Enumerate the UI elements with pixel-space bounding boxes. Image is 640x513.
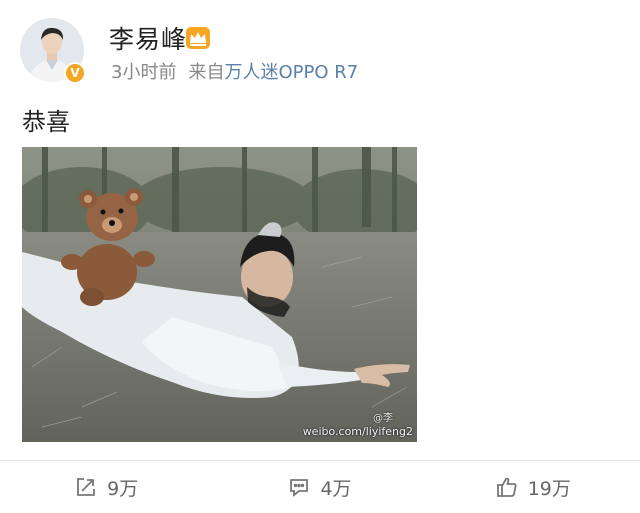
verified-badge-icon: V: [64, 62, 86, 84]
comment-count: 4万: [320, 477, 352, 500]
post-text: 恭喜: [22, 108, 70, 136]
repost-icon: [77, 478, 96, 496]
repost-count: 9万: [107, 477, 139, 500]
weibo-post: V 李易峰 3小时前 来自万人迷OPPO R7 恭喜 @李 weibo.com/…: [0, 0, 640, 513]
user-name[interactable]: 李易峰: [109, 20, 187, 56]
like-icon: [496, 477, 517, 497]
comment-icon: [290, 479, 309, 497]
action-bar: 9万 4万 19万: [0, 461, 640, 513]
watermark-handle: @李: [373, 413, 393, 424]
source-link[interactable]: 万人迷OPPO R7: [224, 62, 358, 83]
watermark-url: weibo.com/liyifeng2: [302, 425, 413, 438]
post-meta: 3小时前 来自万人迷OPPO R7: [111, 58, 358, 84]
source-prefix: 来自: [188, 62, 225, 83]
post-image[interactable]: @李 weibo.com/liyifeng2: [22, 147, 417, 442]
post-time: 3小时前: [111, 62, 177, 83]
like-count: 19万: [527, 477, 571, 500]
crown-icon[interactable]: [185, 26, 211, 50]
repost-button[interactable]: 9万: [0, 461, 213, 513]
like-button[interactable]: 19万: [427, 461, 640, 513]
comment-button[interactable]: 4万: [213, 461, 426, 513]
